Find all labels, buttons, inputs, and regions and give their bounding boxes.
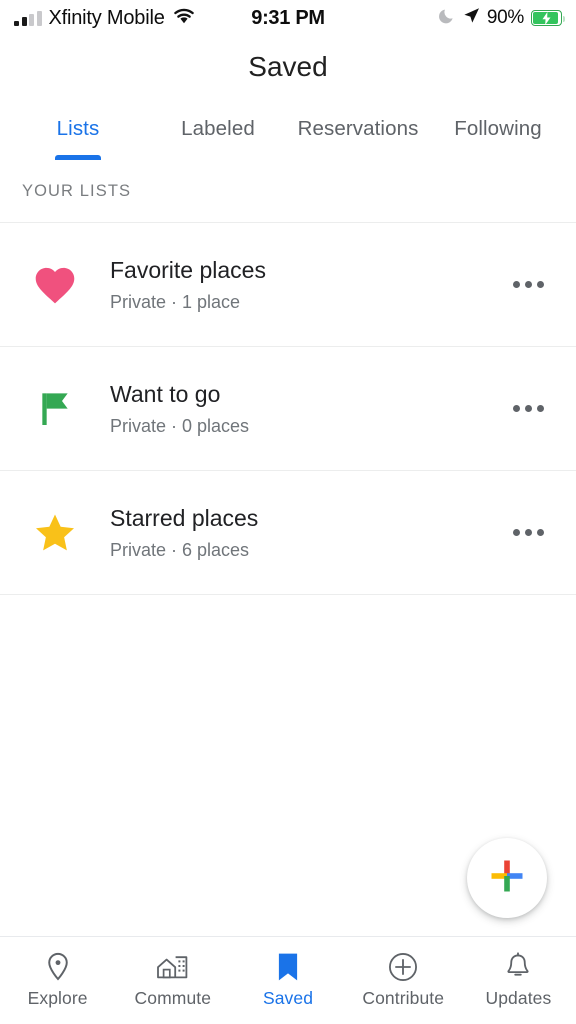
list-item-title: Favorite places <box>110 256 266 283</box>
nav-item-commute[interactable]: Commute <box>115 952 230 1009</box>
nav-item-saved[interactable]: Saved <box>230 952 345 1009</box>
tab-active-indicator <box>55 155 101 160</box>
tab-following-label: Following <box>454 117 542 140</box>
status-bar-left: Xfinity Mobile <box>14 7 195 30</box>
header: Saved <box>0 36 576 98</box>
wifi-icon <box>173 7 195 29</box>
location-arrow-icon <box>463 7 480 29</box>
tab-reservations[interactable]: Reservations <box>288 98 428 160</box>
carrier-label: Xfinity Mobile <box>48 6 165 29</box>
list-item[interactable]: Starred places Private · 6 places <box>0 471 576 595</box>
list-item[interactable]: Want to go Private · 0 places <box>0 347 576 471</box>
tab-labeled-label: Labeled <box>181 117 255 140</box>
moon-icon <box>438 7 456 29</box>
overflow-menu-icon[interactable] <box>480 281 576 288</box>
map-pin-icon <box>44 952 72 982</box>
tab-labeled[interactable]: Labeled <box>148 98 288 160</box>
section-header-label: YOUR LISTS <box>22 181 132 200</box>
nav-item-explore[interactable]: Explore <box>0 952 115 1009</box>
overflow-menu-icon[interactable] <box>480 529 576 536</box>
list-item-subtitle: Private · 6 places <box>110 539 250 560</box>
nav-item-contribute[interactable]: Contribute <box>346 952 461 1009</box>
list-item-text: Want to go Private · 0 places <box>110 381 480 437</box>
tab-following[interactable]: Following <box>428 98 568 160</box>
nav-item-commute-label: Commute <box>134 988 212 1008</box>
nav-item-contribute-label: Contribute <box>362 988 445 1008</box>
list-item-subtitle: Private · 0 places <box>110 415 250 436</box>
overflow-menu-icon[interactable] <box>480 405 576 412</box>
tab-bar: Lists Labeled Reservations Following <box>0 98 576 160</box>
list-item-text: Starred places Private · 6 places <box>110 505 480 561</box>
star-icon <box>0 512 110 554</box>
bottom-navigation-bar: Explore Commute Saved Contribute Updates <box>0 936 576 1024</box>
tab-lists-label: Lists <box>56 117 100 140</box>
bell-icon <box>504 952 532 982</box>
list-item-subtitle: Private · 1 place <box>110 291 241 312</box>
list-item-text: Favorite places Private · 1 place <box>110 257 480 313</box>
flag-icon <box>0 389 110 429</box>
list-item-title: Starred places <box>110 504 259 531</box>
tab-lists[interactable]: Lists <box>8 98 148 160</box>
section-header-your-lists: YOUR LISTS <box>0 160 576 223</box>
google-plus-add-icon <box>487 856 527 901</box>
battery-percent-label: 90% <box>486 7 524 28</box>
list-item-title: Want to go <box>110 380 221 407</box>
create-new-list-fab[interactable] <box>467 838 547 918</box>
signal-bars-icon <box>14 10 42 26</box>
nav-item-updates-label: Updates <box>485 988 552 1008</box>
page-title: Saved <box>248 51 328 82</box>
nav-item-updates[interactable]: Updates <box>461 952 576 1009</box>
tab-reservations-label: Reservations <box>297 117 419 140</box>
nav-item-explore-label: Explore <box>27 988 88 1008</box>
battery-charging-icon <box>531 10 565 26</box>
heart-icon <box>0 265 110 305</box>
plus-circle-icon <box>388 952 418 982</box>
list-item[interactable]: Favorite places Private · 1 place <box>0 223 576 347</box>
status-bar-right: 90% <box>438 7 565 29</box>
status-bar: Xfinity Mobile 9:31 PM 90% <box>0 0 576 36</box>
home-building-icon <box>156 952 190 982</box>
bookmark-icon <box>276 952 300 982</box>
nav-item-saved-label: Saved <box>262 988 314 1008</box>
